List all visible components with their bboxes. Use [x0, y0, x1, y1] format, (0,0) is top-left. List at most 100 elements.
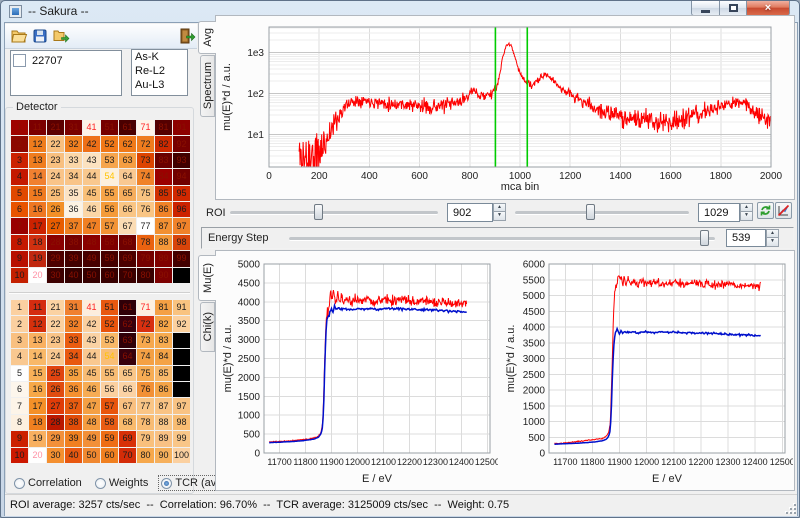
detector-cell[interactable]: 32: [65, 136, 82, 152]
detector-cell[interactable]: 62: [119, 316, 136, 332]
detector-cell[interactable]: 42: [83, 136, 100, 152]
detector-cell[interactable]: 94: [173, 169, 190, 185]
detector-cell[interactable]: 38: [65, 234, 82, 251]
detector-cell[interactable]: 33: [65, 152, 82, 169]
detector-cell[interactable]: 29: [47, 431, 64, 447]
detector-cell[interactable]: 98: [173, 414, 190, 431]
detector-cell[interactable]: 61: [119, 120, 136, 136]
detector-cell[interactable]: 30: [47, 447, 64, 463]
roi-high-slider-thumb[interactable]: [585, 204, 595, 220]
detector-cell[interactable]: 75: [137, 185, 154, 201]
detector-cell[interactable]: 52: [101, 316, 118, 332]
detector-cell[interactable]: 26: [47, 381, 64, 398]
detector-cell[interactable]: 2: [11, 136, 28, 152]
detector-cell[interactable]: 60: [101, 267, 118, 283]
scan-list[interactable]: 22707: [10, 50, 122, 96]
detector-cell[interactable]: 15: [29, 365, 46, 381]
detector-cell[interactable]: 45: [83, 185, 100, 201]
detector-cell[interactable]: 61: [119, 300, 136, 316]
close-button[interactable]: ×: [747, 1, 790, 16]
detector-cell[interactable]: 100: [173, 447, 190, 463]
tab-mu-e[interactable]: Mu(E): [198, 255, 216, 301]
scan-list-item[interactable]: 22707: [11, 51, 121, 70]
detector-cell[interactable]: 95: [173, 365, 190, 381]
detector-cell[interactable]: 95: [173, 185, 190, 201]
detector-cell[interactable]: 93: [173, 332, 190, 349]
detector-cell[interactable]: 38: [65, 414, 82, 431]
detector-cell[interactable]: 4: [11, 169, 28, 185]
detector-cell[interactable]: 55: [101, 365, 118, 381]
detector-cell[interactable]: 88: [155, 414, 172, 431]
detector-cell[interactable]: 80: [137, 267, 154, 283]
detector-cell[interactable]: 89: [155, 251, 172, 267]
detector-cell[interactable]: 5: [11, 365, 28, 381]
tab-avg[interactable]: Avg: [198, 21, 216, 54]
detector-cell[interactable]: 81: [155, 300, 172, 316]
resize-grip[interactable]: [785, 503, 796, 514]
element-list-item[interactable]: Re-L2: [132, 64, 187, 78]
detector-cell[interactable]: 70: [119, 267, 136, 283]
detector-cell[interactable]: 31: [65, 120, 82, 136]
radio-circle[interactable]: [161, 477, 173, 489]
element-list-item[interactable]: Au-L3: [132, 78, 187, 92]
detector-cell[interactable]: 28: [47, 234, 64, 251]
element-list[interactable]: As-K Re-L2 Au-L3: [131, 49, 188, 96]
detector-cell[interactable]: 45: [83, 365, 100, 381]
detector-cell[interactable]: 56: [101, 381, 118, 398]
detector-cell[interactable]: 37: [65, 218, 82, 234]
detector-cell[interactable]: 18: [29, 234, 46, 251]
detector-cell[interactable]: 85: [155, 365, 172, 381]
detector-cell[interactable]: 70: [119, 447, 136, 463]
detector-cell[interactable]: 86: [155, 201, 172, 218]
detector-cell[interactable]: 32: [65, 316, 82, 332]
open-file-button[interactable]: [9, 26, 29, 46]
refresh-button[interactable]: [757, 202, 774, 219]
detector-cell[interactable]: 75: [137, 365, 154, 381]
detector-cell[interactable]: 24: [47, 349, 64, 365]
detector-cell[interactable]: 77: [137, 398, 154, 414]
detector-cell[interactable]: 39: [65, 251, 82, 267]
detector-cell[interactable]: 42: [83, 316, 100, 332]
detector-cell[interactable]: 92: [173, 316, 190, 332]
detector-cell[interactable]: 48: [83, 234, 100, 251]
spin-up-button[interactable]: ▲: [740, 203, 753, 212]
energy-step-spinbox[interactable]: 539: [726, 229, 766, 247]
detector-cell[interactable]: 19: [29, 431, 46, 447]
detector-cell[interactable]: 36: [65, 201, 82, 218]
spin-down-button[interactable]: ▼: [740, 212, 753, 221]
detector-cell[interactable]: 46: [83, 381, 100, 398]
detector-cell[interactable]: 79: [137, 431, 154, 447]
detector-cell[interactable]: 22: [47, 316, 64, 332]
detector-cell[interactable]: 2: [11, 316, 28, 332]
detector-cell[interactable]: 12: [29, 136, 46, 152]
detector-cell[interactable]: 69: [119, 431, 136, 447]
detector-cell[interactable]: 27: [47, 218, 64, 234]
detector-cell[interactable]: 57: [101, 398, 118, 414]
detector-cell[interactable]: 69: [119, 251, 136, 267]
detector-cell[interactable]: 22: [47, 136, 64, 152]
detector-cell[interactable]: 53: [101, 332, 118, 349]
detector-cell[interactable]: 90: [155, 267, 172, 283]
detector-cell[interactable]: 84: [155, 349, 172, 365]
detector-cell[interactable]: 10: [11, 447, 28, 463]
roi-high-spinbox[interactable]: 1029: [698, 203, 740, 222]
detector-cell[interactable]: 47: [83, 398, 100, 414]
detector-cell[interactable]: 23: [47, 332, 64, 349]
detector-cell[interactable]: 96: [173, 381, 190, 398]
detector-cell[interactable]: 44: [83, 349, 100, 365]
spin-up-button[interactable]: ▲: [493, 203, 506, 212]
detector-cell[interactable]: 14: [29, 349, 46, 365]
detector-cell[interactable]: 77: [137, 218, 154, 234]
detector-cell[interactable]: 36: [65, 381, 82, 398]
detector-cell[interactable]: 1: [11, 120, 28, 136]
detector-cell[interactable]: 6: [11, 381, 28, 398]
toggle-plot-button[interactable]: [775, 202, 792, 219]
detector-cell[interactable]: 4: [11, 349, 28, 365]
detector-cell[interactable]: 49: [83, 431, 100, 447]
detector-cell[interactable]: 43: [83, 152, 100, 169]
detector-cell[interactable]: 82: [155, 316, 172, 332]
detector-cell[interactable]: 84: [155, 169, 172, 185]
detector-cell[interactable]: 53: [101, 152, 118, 169]
detector-cell[interactable]: 72: [137, 136, 154, 152]
detector-cell[interactable]: 33: [65, 332, 82, 349]
